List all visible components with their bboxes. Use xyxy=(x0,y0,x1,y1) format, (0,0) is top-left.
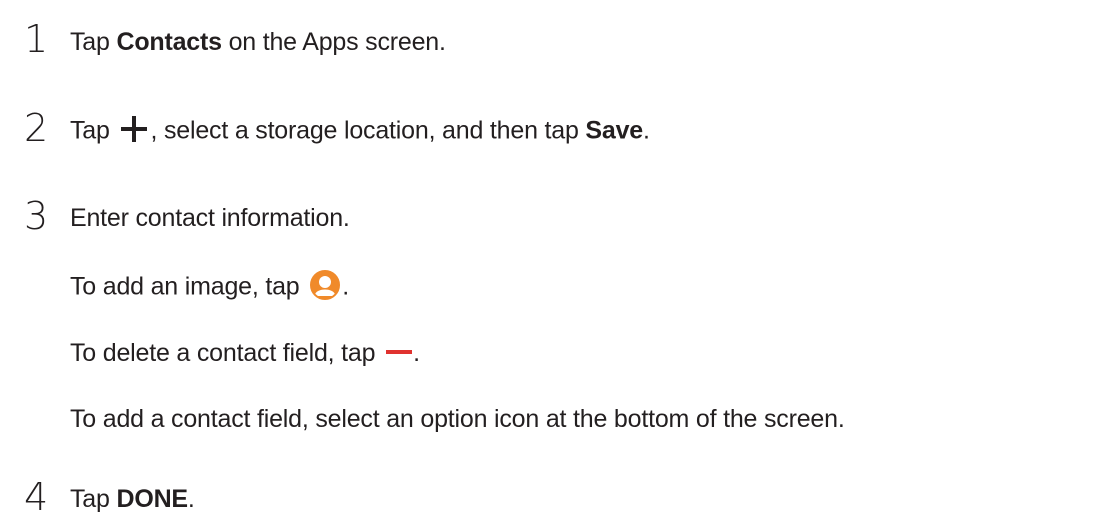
plus-icon xyxy=(120,115,148,143)
step-3-line-2-suffix: . xyxy=(342,272,349,301)
step-number-3: 3 xyxy=(24,194,49,238)
step-3-line-3-suffix: . xyxy=(413,339,420,367)
step-2-text: Tap , select a storage location, and the… xyxy=(70,115,650,146)
step-3-line-3: To delete a contact field, tap . xyxy=(70,341,420,366)
minus-icon xyxy=(386,350,413,355)
step-3-line-4: To add a contact field, select an option… xyxy=(70,405,845,433)
step-1-suffix: on the Apps screen. xyxy=(221,28,446,56)
step-3-line-3-prefix: To delete a contact field, tap xyxy=(70,339,383,367)
step-2-middle: , select a storage location, and then ta… xyxy=(150,116,586,145)
contacts-label: Contacts xyxy=(116,28,222,56)
step-number-1: 1 xyxy=(24,17,49,61)
step-3-line-2-prefix: To add an image, tap xyxy=(70,272,307,301)
step-1-text: Tap Contacts on the Apps screen. xyxy=(70,30,446,55)
done-label: DONE xyxy=(116,485,188,513)
save-label: Save xyxy=(585,116,644,145)
step-4-text: Tap DONE. xyxy=(70,487,195,512)
step-2-prefix: Tap xyxy=(70,116,117,145)
step-4-prefix: Tap xyxy=(70,485,117,513)
step-3-line-1: Enter contact information. xyxy=(70,204,350,232)
add-image-icon xyxy=(310,270,341,300)
step-4-suffix: . xyxy=(187,485,195,513)
step-2-suffix: . xyxy=(643,116,650,145)
step-number-4: 4 xyxy=(24,475,49,519)
step-3-line-2: To add an image, tap . xyxy=(70,270,349,303)
step-number-2: 2 xyxy=(24,106,49,150)
step-1-prefix: Tap xyxy=(70,28,117,56)
